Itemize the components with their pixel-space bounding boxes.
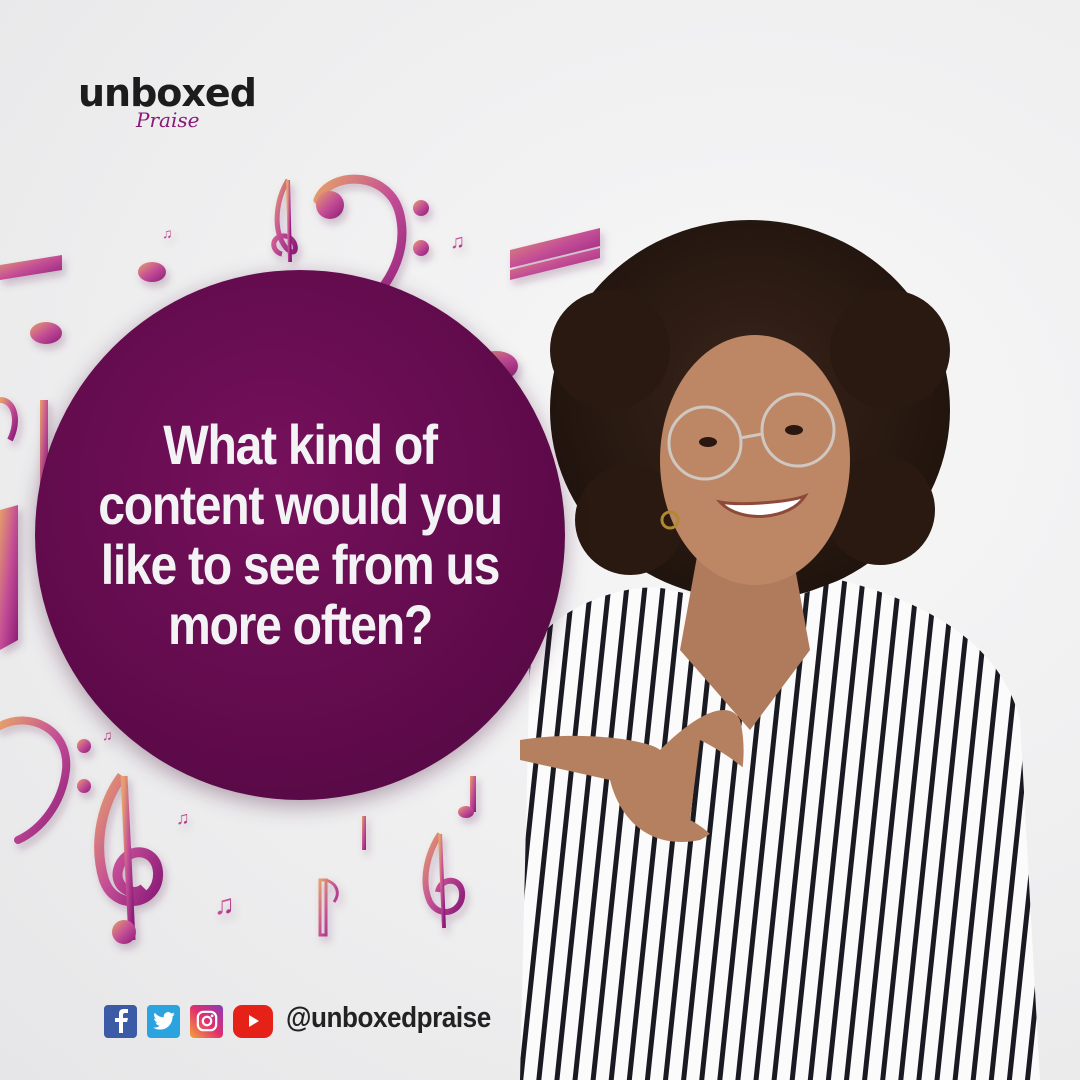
question-line: more often? xyxy=(167,593,433,656)
instagram-icon[interactable] xyxy=(190,1004,223,1038)
svg-text:♫: ♫ xyxy=(102,727,113,743)
question-line: What kind of xyxy=(163,413,438,476)
facebook-icon[interactable] xyxy=(104,1004,137,1038)
brand-logo[interactable]: unboxed Praise xyxy=(78,70,278,140)
social-handle[interactable]: @unboxedpraise xyxy=(286,1002,491,1035)
smiling-woman-photo xyxy=(520,220,1040,1080)
svg-text:♫: ♫ xyxy=(450,231,465,253)
question-text: What kind of content would you like to s… xyxy=(98,413,503,656)
svg-text:♫: ♫ xyxy=(176,808,190,828)
question-line: like to see from us xyxy=(100,533,501,596)
post-canvas: ♫ ♫ ♫ ♫ ♫ ♫ xyxy=(0,0,1080,1080)
youtube-icon[interactable] xyxy=(233,1004,273,1038)
svg-text:♫: ♫ xyxy=(214,889,235,920)
social-links xyxy=(104,1004,273,1038)
treble-clef-bottom-icon xyxy=(94,773,163,944)
logo-subtitle: Praise xyxy=(136,108,200,132)
beamed-notes-left-icon xyxy=(0,255,63,345)
bass-clef-bottom-icon xyxy=(0,716,91,844)
small-note-icon: ♫ xyxy=(162,225,173,241)
treble-clef-small-icon xyxy=(422,832,466,929)
question-line: content would you xyxy=(98,473,503,536)
treble-clef-icon xyxy=(271,178,298,263)
twitter-icon[interactable] xyxy=(147,1004,180,1038)
